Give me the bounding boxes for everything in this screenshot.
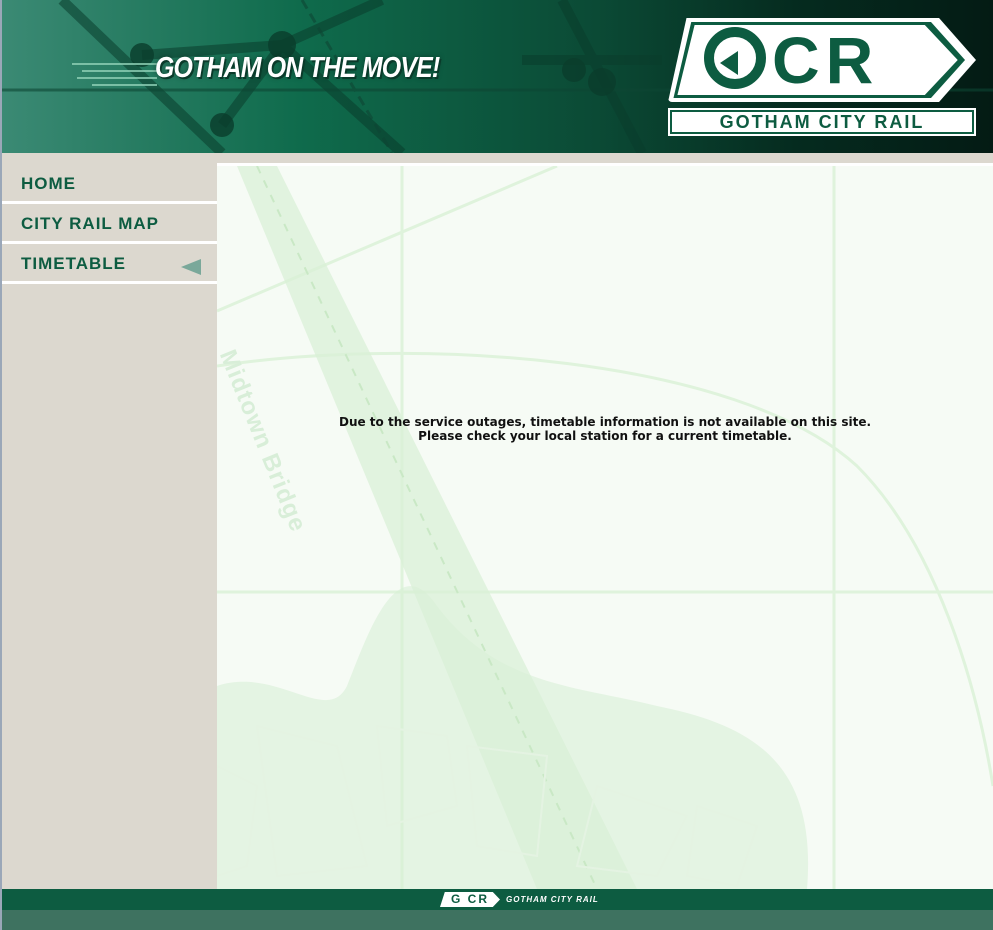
main-content: Midtown Bridge Due to the service outage…: [217, 166, 993, 889]
nav-item-label: TIMETABLE: [21, 254, 127, 273]
footer-bar: G CR GOTHAM CITY RAIL: [2, 889, 993, 910]
notice-line-2: Please check your local station for a cu…: [418, 429, 792, 443]
logo-name: GOTHAM CITY RAIL: [670, 110, 974, 134]
gcr-logo[interactable]: CR GOTHAM CITY RAIL: [668, 18, 976, 136]
nav-item-label: HOME: [21, 174, 76, 193]
nav-item-city-rail-map[interactable]: CITY RAIL MAP: [2, 207, 217, 244]
footer-logo-name: GOTHAM CITY RAIL: [506, 895, 599, 904]
g-arrow-icon: [704, 27, 766, 89]
sidebar-nav: HOME CITY RAIL MAP TIMETABLE: [2, 163, 217, 889]
timetable-notice: Due to the service outages, timetable in…: [217, 415, 993, 443]
nav-item-label: CITY RAIL MAP: [21, 214, 159, 233]
active-arrow-icon: [181, 259, 201, 275]
header-separator: [2, 153, 993, 163]
logo-wordmark: CR: [704, 23, 879, 97]
footer-bottom-strip: [2, 910, 993, 930]
nav-item-home[interactable]: HOME: [2, 167, 217, 204]
map-background: [217, 166, 993, 889]
footer-logo-badge: G CR: [440, 892, 500, 907]
header-slogan: GOTHAM ON THE MOVE!: [155, 52, 440, 84]
speed-lines-graphic: [72, 63, 157, 86]
header-banner: GOTHAM ON THE MOVE! CR GOTHAM CITY RAIL: [2, 0, 993, 153]
footer-logo[interactable]: G CR GOTHAM CITY RAIL: [440, 891, 599, 908]
nav-item-timetable[interactable]: TIMETABLE: [2, 247, 217, 284]
notice-line-1: Due to the service outages, timetable in…: [338, 415, 872, 429]
